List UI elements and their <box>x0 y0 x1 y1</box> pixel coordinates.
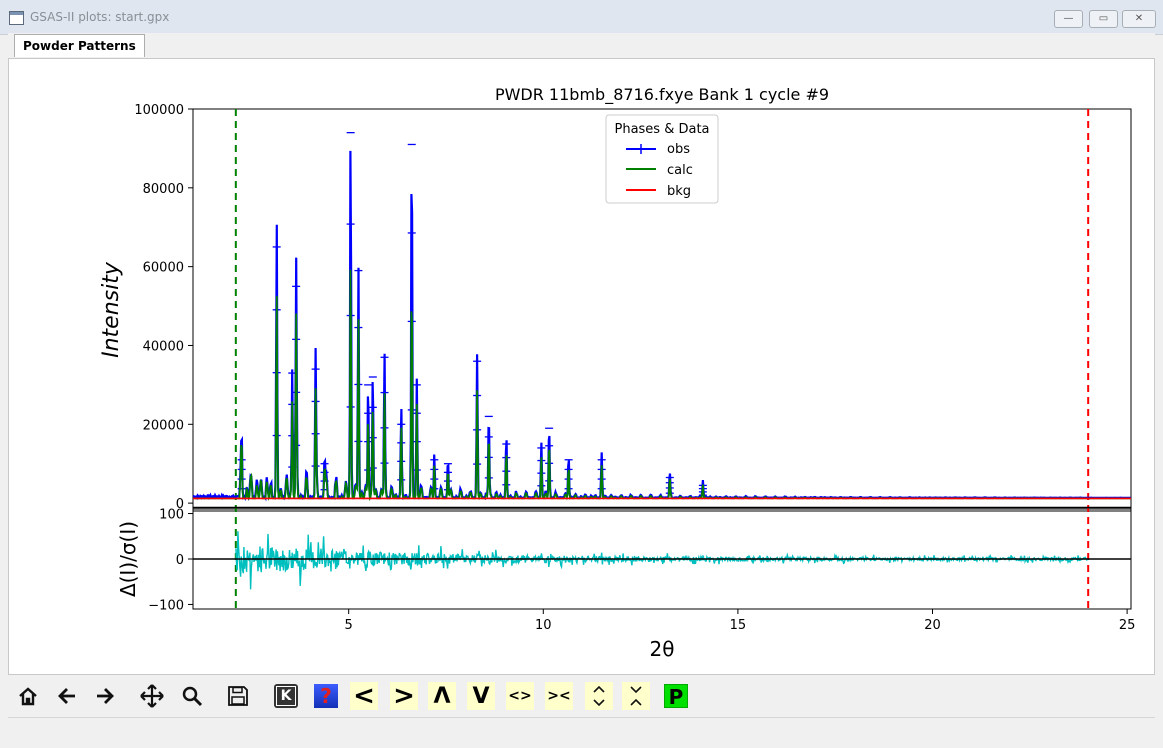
pan-button[interactable] <box>138 682 166 710</box>
tab-powder-patterns[interactable]: Powder Patterns <box>14 34 145 57</box>
status-bar <box>8 717 1155 741</box>
help-icon: ? <box>314 684 338 708</box>
home-button[interactable] <box>14 682 42 710</box>
save-button[interactable] <box>224 682 252 710</box>
y-tick-label: 40000 <box>143 339 184 354</box>
plot-canvas[interactable]: 5 10 15 20 25 0 20000 40000 60000 80000 100000 100 0… <box>8 58 1155 675</box>
x-tick-label: 5 <box>345 618 353 633</box>
magnifier-icon <box>182 686 203 707</box>
expand-x-button[interactable]: <> <box>506 682 534 710</box>
forward-button[interactable] <box>91 682 119 710</box>
residual-tick-label: 100 <box>159 508 184 523</box>
shift-up-button[interactable]: Λ <box>428 682 456 710</box>
window-title: GSAS-II plots: start.gpx <box>30 10 170 24</box>
y-tick-label: 80000 <box>143 182 184 197</box>
key-icon: K <box>274 684 298 708</box>
key-icon-label: K <box>276 686 296 706</box>
maximize-button[interactable]: ▭ <box>1089 10 1118 28</box>
contract-y-icon <box>630 686 642 706</box>
residual-series-line <box>235 531 1089 590</box>
publish-button[interactable]: P <box>662 682 690 710</box>
powder-pattern-plot[interactable]: 5 10 15 20 250200004000060000800001000001000… <box>9 59 1154 674</box>
contract-x-button[interactable]: >< <box>545 682 573 710</box>
calc-series-line <box>193 269 1131 502</box>
legend-obs: obs <box>667 142 690 157</box>
chart-title: PWDR 11bmb_8716.fxye Bank 1 cycle #9 <box>495 85 829 105</box>
residual-axis-label: Δ(I)/σ(I) <box>116 521 140 597</box>
tab-bar: Powder Patterns <box>8 33 1155 59</box>
legend-calc: calc <box>667 163 693 178</box>
x-tick-label: 20 <box>924 618 941 633</box>
shift-right-button[interactable]: > <box>390 681 418 711</box>
plot-toolbar: K ? < > Λ V <> >< P <box>8 675 1155 717</box>
publish-icon: P <box>664 684 688 709</box>
x-tick-label: 15 <box>730 618 747 633</box>
close-button[interactable]: ✕ <box>1122 10 1156 28</box>
arrow-left-icon <box>58 688 75 704</box>
expand-y-button[interactable] <box>585 682 613 710</box>
expand-y-icon <box>593 685 605 707</box>
legend-bkg: bkg <box>667 184 691 199</box>
help-button[interactable]: ? <box>312 682 340 710</box>
zoom-button[interactable] <box>178 682 206 710</box>
contract-y-button[interactable] <box>622 682 650 710</box>
y-axis-label: Intensity <box>99 261 124 358</box>
y-tick-label: 20000 <box>143 418 184 433</box>
y-tick-label: 100000 <box>134 103 184 118</box>
legend-title: Phases & Data <box>614 122 709 137</box>
x-axis-label: 2θ <box>650 637 675 661</box>
shift-down-button[interactable]: V <box>467 682 495 710</box>
app-icon <box>9 11 24 25</box>
x-tick-label: 10 <box>535 618 552 633</box>
y-tick-label: 60000 <box>143 261 184 276</box>
minimize-button[interactable]: — <box>1054 10 1083 28</box>
title-bar: GSAS-II plots: start.gpx — ▭ ✕ <box>0 0 1163 35</box>
x-tick-label: 25 <box>1119 618 1136 633</box>
key-press-button[interactable]: K <box>272 682 300 710</box>
back-button[interactable] <box>53 682 81 710</box>
residual-tick-label: 0 <box>176 553 184 568</box>
legend: Phases & Data obs calc bkg <box>605 114 719 204</box>
home-icon <box>19 687 37 706</box>
shift-left-button[interactable]: < <box>350 681 378 711</box>
save-icon <box>228 686 248 706</box>
pan-icon <box>140 684 164 708</box>
arrow-right-icon <box>97 688 114 704</box>
residual-tick-label: −100 <box>148 598 184 613</box>
